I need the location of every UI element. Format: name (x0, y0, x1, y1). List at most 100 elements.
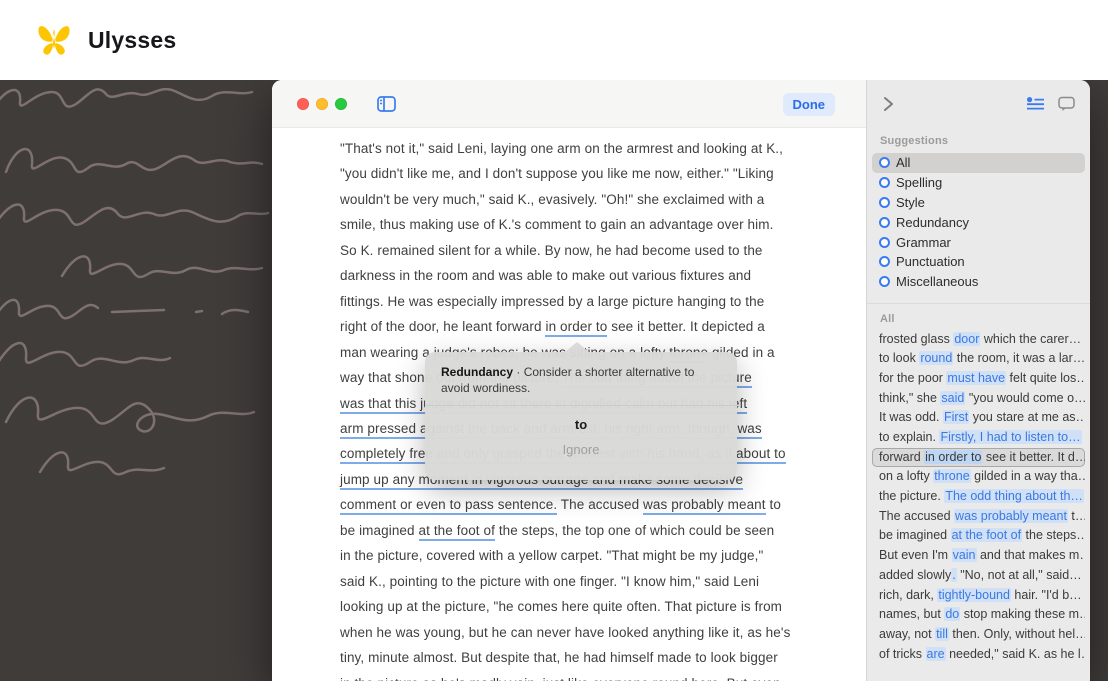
underlined-suggestion-text[interactable]: in order to (545, 319, 608, 338)
suggestion-excerpt-row[interactable]: It was odd. First you stare at me as… (872, 408, 1085, 428)
excerpt-highlight: The odd thing about th… (944, 489, 1084, 504)
excerpt-highlight: was probably meant (954, 508, 1068, 523)
filter-item-style[interactable]: Style (872, 193, 1085, 213)
text-segment: wouldn't be very much," said K., evasive… (340, 191, 765, 207)
text-segment: for the poor (879, 370, 947, 385)
suggestions-section-header: Suggestions (880, 135, 949, 147)
text-segment: looking up at the picture, "he comes her… (340, 599, 783, 615)
text-segment: But even I'm (879, 548, 952, 563)
minimize-window-button[interactable] (316, 97, 328, 110)
popover-arrow (565, 342, 589, 352)
text-segment: away, not (879, 626, 936, 641)
suggestion-filter-list: All Spelling Style Redundancy Grammar Punctua… (867, 153, 1090, 292)
excerpt-highlight: First (942, 410, 970, 425)
suggestion-excerpt-row[interactable]: forward in order to see it better. It d… (872, 447, 1085, 468)
filter-label: Spelling (896, 175, 943, 191)
revision-mode-icon[interactable] (1026, 96, 1045, 112)
text-segment: frosted glass (879, 331, 954, 346)
suggestion-excerpt-row[interactable]: be imagined at the foot of the steps… (872, 526, 1085, 546)
suggestion-excerpt-row[interactable]: added slowly. "No, not at all," said… (872, 566, 1085, 586)
filter-item-redundancy[interactable]: Redundancy (872, 212, 1085, 232)
text-segment: right of the door, he leant forward (340, 319, 546, 335)
editor-line: tiny, minute almost. But despite that, h… (340, 645, 866, 670)
excerpt-highlight: till (935, 626, 949, 641)
suggestion-excerpt-row[interactable]: of tricks are needed," said K. as he l… (872, 645, 1085, 665)
text-segment: when he was young, but he can never have… (340, 624, 791, 640)
suggestion-excerpt-row[interactable]: rich, dark, tightly-bound hair. "I'd b… (872, 586, 1085, 606)
filter-circle-icon (879, 216, 890, 228)
underlined-suggestion-text[interactable]: comment or even to pass sentence. (340, 497, 558, 516)
popover-replacement-option[interactable]: to (425, 417, 737, 432)
editor-pane[interactable]: Done "That's not it," said Leni, laying … (272, 80, 866, 681)
close-window-button[interactable] (297, 97, 309, 110)
text-segment: of tricks (879, 646, 926, 661)
suggestion-excerpt-row[interactable]: to explain. Firstly, I had to listen to… (872, 428, 1085, 448)
sidebar-toolbar (867, 80, 1090, 128)
suggestion-excerpt-row[interactable]: But even I'm vain and that makes m… (872, 546, 1085, 566)
excerpt-highlight: are (925, 646, 946, 661)
text-segment: then. Only, without hel… (948, 626, 1085, 641)
zoom-window-button[interactable] (335, 97, 347, 110)
filter-label: Redundancy (896, 214, 969, 230)
suggestion-excerpt-row[interactable]: frosted glass door which the carer… (872, 330, 1085, 350)
text-segment: see it better. It depicted a (607, 319, 765, 335)
text-segment: in the picture as he's madly vain, just … (340, 676, 781, 681)
collapse-sidebar-chevron-icon[interactable] (880, 95, 896, 113)
filter-circle-icon (879, 256, 890, 268)
text-segment: smile, thus making use of K.'s comment t… (340, 217, 774, 233)
done-button[interactable]: Done (782, 93, 835, 116)
editor-line: So K. remained silent for a while. By no… (340, 238, 866, 263)
text-segment: added slowly (879, 567, 952, 582)
filter-item-miscellaneous[interactable]: Miscellaneous (872, 272, 1085, 292)
text-segment: you stare at me as… (969, 410, 1085, 425)
filter-label: Miscellaneous (896, 274, 979, 290)
excerpt-highlight: door (953, 331, 981, 346)
suggestion-excerpt-row[interactable]: on a lofty throne gilded in a way tha… (872, 467, 1085, 487)
popover-category: Redundancy (441, 365, 514, 379)
suggestion-excerpt-row[interactable]: the picture. The odd thing about th… (872, 487, 1085, 507)
ulysses-window: Done "That's not it," said Leni, laying … (272, 80, 1090, 681)
filter-item-all[interactable]: All (872, 153, 1085, 173)
suggestion-excerpt-row[interactable]: think," she said "you would come o… (872, 389, 1085, 409)
popover-ignore-button[interactable]: Ignore (425, 442, 737, 457)
filter-label: Punctuation (896, 254, 965, 270)
suggestion-excerpt-row[interactable]: to look round the room, it was a lar… (872, 349, 1085, 369)
text-segment: felt quite los… (1006, 370, 1085, 385)
filter-item-punctuation[interactable]: Punctuation (872, 252, 1085, 272)
filter-label: Style (896, 194, 925, 210)
comments-icon[interactable] (1058, 96, 1075, 112)
text-segment: gilded in a way tha… (970, 469, 1085, 484)
suggestion-excerpt-row[interactable]: The accused was probably meant t… (872, 507, 1085, 527)
text-segment: It was odd. (879, 410, 943, 425)
suggestion-excerpt-row[interactable]: names, but do stop making these m… (872, 605, 1085, 625)
app-title: Ulysses (88, 26, 177, 53)
text-segment: t… (1071, 508, 1085, 523)
text-segment: to look (879, 351, 920, 366)
text-segment: So K. remained silent for a while. By no… (340, 242, 763, 258)
underlined-suggestion-text[interactable]: was probably meant (643, 497, 766, 516)
filter-circle-icon (879, 157, 890, 169)
popover-separator: · (513, 365, 524, 379)
text-segment: said K., pointing to the picture with on… (340, 573, 760, 589)
filter-item-spelling[interactable]: Spelling (872, 173, 1085, 193)
text-segment: think," she (879, 390, 941, 405)
suggestion-excerpt-list: frosted glass door which the carer… to lo… (867, 330, 1090, 665)
text-segment: to explain. (879, 430, 940, 445)
excerpt-highlight: round (919, 351, 954, 366)
text-segment: which the carer… (980, 331, 1082, 346)
excerpt-highlight: said (940, 390, 966, 405)
text-segment: "you would come o… (965, 390, 1085, 405)
underlined-suggestion-text[interactable]: at the foot of (418, 522, 495, 541)
excerpt-highlight: tightly-bound (937, 587, 1011, 602)
text-segment: stop making these m… (960, 607, 1085, 622)
filter-circle-icon (879, 177, 890, 189)
text-segment: fittings. He was especially impressed by… (340, 293, 765, 309)
filter-label: All (896, 155, 911, 171)
text-segment: "No, not at all," said… (956, 567, 1082, 582)
filter-circle-icon (879, 276, 890, 288)
suggestion-excerpt-row[interactable]: away, not till then. Only, without hel… (872, 625, 1085, 645)
toggle-sidebar-icon[interactable] (377, 95, 396, 112)
editor-line: looking up at the picture, "he comes her… (340, 594, 866, 619)
filter-item-grammar[interactable]: Grammar (872, 232, 1085, 252)
suggestion-excerpt-row[interactable]: for the poor must have felt quite los… (872, 369, 1085, 389)
